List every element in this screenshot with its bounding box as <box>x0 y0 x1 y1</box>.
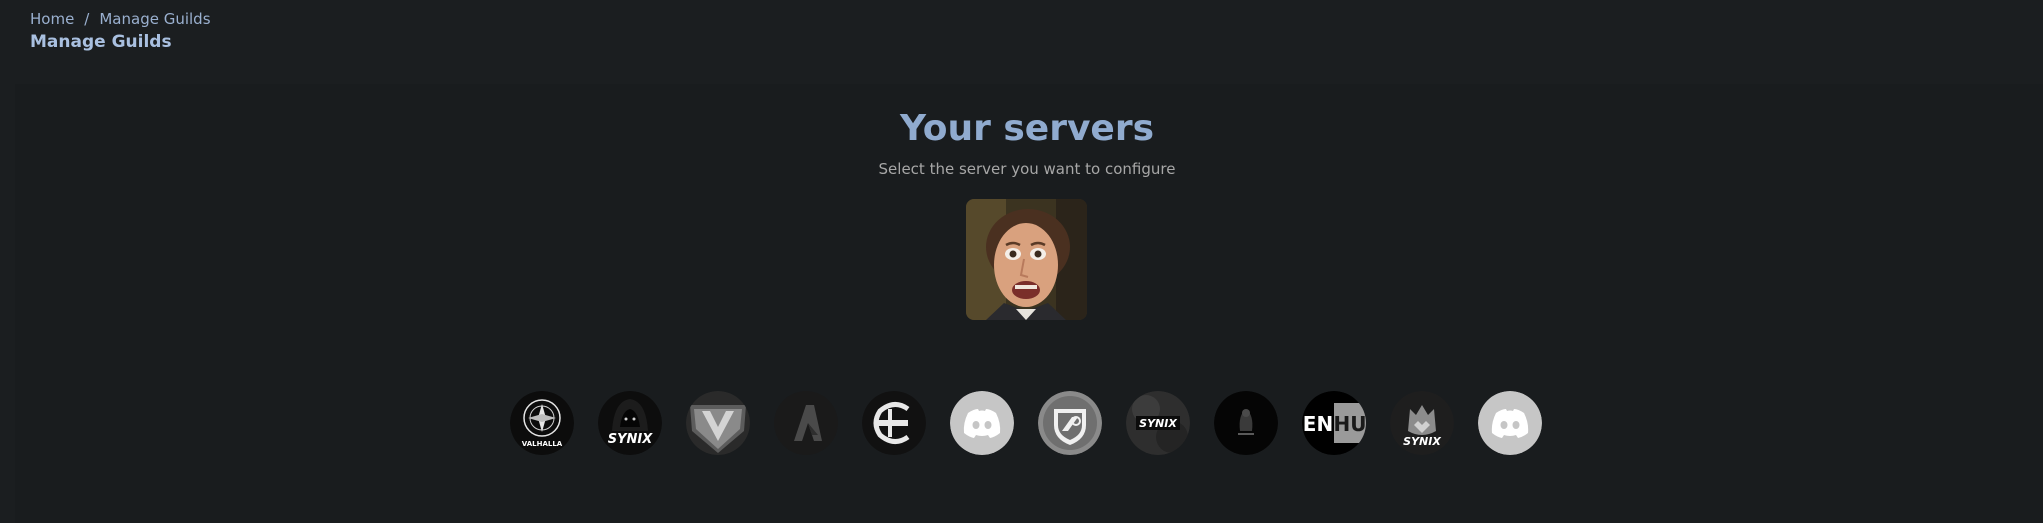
discord-default-icon <box>1478 391 1542 455</box>
guild-item[interactable] <box>1214 391 1278 455</box>
svg-text:HU: HU <box>1334 412 1366 436</box>
synix-wolf-logo-icon: SYNIX <box>1390 391 1454 455</box>
svg-text:EN: EN <box>1303 412 1333 436</box>
guild-item[interactable] <box>774 391 838 455</box>
svg-text:SYNIX: SYNIX <box>608 432 653 447</box>
guild-item[interactable]: SYNIX <box>1126 391 1190 455</box>
guild-item[interactable] <box>686 391 750 455</box>
guild-item[interactable] <box>862 391 926 455</box>
dark-figure-logo-icon <box>1214 391 1278 455</box>
synix-hooded-logo-icon: SYNIX <box>598 391 662 455</box>
svg-text:VALHALLA: VALHALLA <box>522 440 563 448</box>
top-bar: Home / Manage Guilds Manage Guilds <box>0 0 2043 84</box>
servers-heading: Your servers <box>899 108 1155 149</box>
svg-text:SYNIX: SYNIX <box>1403 435 1441 448</box>
guild-list: VALHALLA SYNIX SYNIX EN HU SYNIX <box>510 391 1542 457</box>
servers-subheading: Select the server you want to configure <box>878 160 1176 178</box>
a-logo-icon <box>774 391 838 455</box>
guild-item[interactable] <box>1038 391 1102 455</box>
breadcrumb-current-link[interactable]: Manage Guilds <box>99 10 210 28</box>
synix-text-logo-icon: SYNIX <box>1126 391 1190 455</box>
svg-text:SYNIX: SYNIX <box>1139 417 1177 430</box>
v-shield-logo-icon <box>686 391 750 455</box>
valhalla-logo-icon: VALHALLA <box>510 391 574 455</box>
server-avatar-photo-icon <box>966 199 1087 320</box>
e-circle-logo-icon <box>862 391 926 455</box>
en-hu-logo-icon: EN HU <box>1302 391 1366 455</box>
breadcrumb-home-link[interactable]: Home <box>30 10 74 28</box>
rocket-league-icon <box>1038 391 1102 455</box>
breadcrumb: Home / Manage Guilds <box>30 10 211 28</box>
guild-item[interactable]: SYNIX <box>1390 391 1454 455</box>
guild-item[interactable] <box>1478 391 1542 455</box>
guild-item[interactable]: EN HU <box>1302 391 1366 455</box>
selected-server-avatar[interactable] <box>966 199 1087 320</box>
guild-item[interactable]: SYNIX <box>598 391 662 455</box>
discord-default-icon <box>950 391 1014 455</box>
page-title: Manage Guilds <box>30 32 172 52</box>
guild-item[interactable] <box>950 391 1014 455</box>
breadcrumb-separator: / <box>84 10 90 28</box>
guild-item[interactable]: VALHALLA <box>510 391 574 455</box>
